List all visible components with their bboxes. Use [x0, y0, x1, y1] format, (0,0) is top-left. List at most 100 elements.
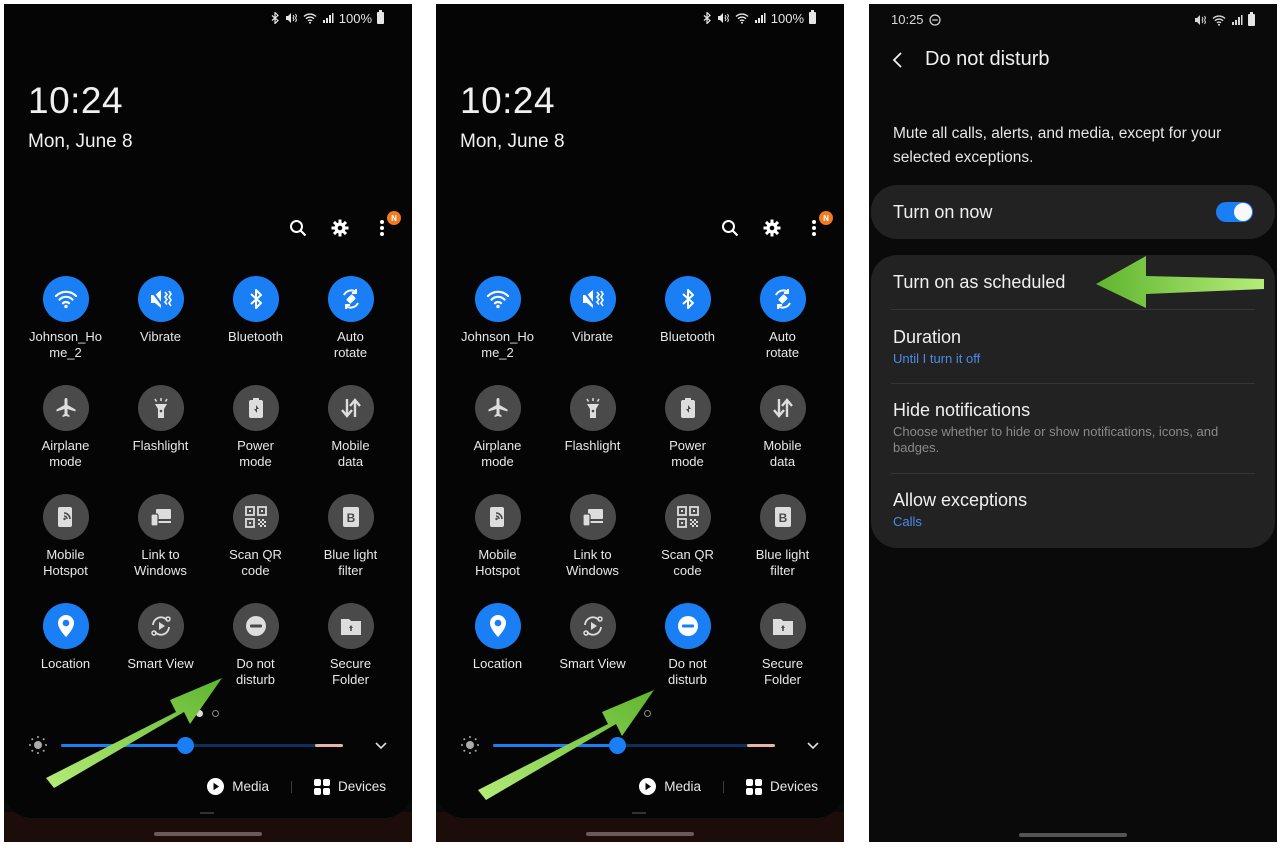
tile-flashlight[interactable]: Flashlight	[113, 385, 208, 470]
tile-flashlight[interactable]: Flashlight	[545, 385, 640, 470]
tile-toggle[interactable]	[327, 385, 374, 431]
home-gesture-bar[interactable]	[1019, 833, 1127, 837]
tile-toggle[interactable]	[327, 603, 374, 649]
chevron-down-icon[interactable]	[806, 738, 820, 752]
home-gesture-bar[interactable]	[154, 832, 262, 836]
tile-toggle[interactable]	[42, 276, 89, 322]
tile-wifi[interactable]: Johnson_Ho me_2	[450, 276, 545, 361]
back-button[interactable]	[891, 50, 907, 70]
tile-toggle[interactable]	[42, 603, 89, 649]
devices-button[interactable]: Devices	[745, 778, 818, 795]
tile-blue-light[interactable]: B Blue light filter	[735, 494, 830, 579]
tile-toggle[interactable]	[664, 494, 711, 540]
tile-hotspot[interactable]: Mobile Hotspot	[18, 494, 113, 579]
tile-toggle[interactable]	[232, 603, 279, 649]
allow-exceptions-item[interactable]: Allow exceptions Calls	[891, 474, 1255, 546]
tile-auto-rotate[interactable]: Auto rotate	[735, 276, 830, 361]
panel-handle[interactable]	[200, 812, 214, 814]
duration-item[interactable]: Duration Until I turn it off	[891, 310, 1255, 384]
panel-handle[interactable]	[632, 812, 646, 814]
tile-location[interactable]: Location	[450, 603, 545, 688]
tile-toggle[interactable]	[137, 603, 184, 649]
home-gesture-bar[interactable]	[586, 832, 694, 836]
search-button[interactable]	[288, 217, 308, 239]
search-button[interactable]	[720, 217, 740, 239]
tile-toggle[interactable]	[474, 603, 521, 649]
tile-toggle[interactable]	[664, 603, 711, 649]
tile-blue-light[interactable]: B Blue light filter	[303, 494, 398, 579]
clock[interactable]: 10:24	[28, 80, 123, 122]
tile-toggle[interactable]	[759, 276, 806, 322]
tile-airplane[interactable]: Airplane mode	[18, 385, 113, 470]
tile-toggle[interactable]: B	[327, 494, 374, 540]
page-dot[interactable]	[644, 710, 651, 717]
tile-vibrate[interactable]: Vibrate	[545, 276, 640, 361]
turn-on-now-toggle[interactable]	[1216, 202, 1253, 222]
devices-button[interactable]: Devices	[313, 778, 386, 795]
tile-toggle[interactable]	[327, 276, 374, 322]
tile-toggle[interactable]	[569, 385, 616, 431]
tile-qr-code[interactable]: Scan QR code	[640, 494, 735, 579]
tile-secure-folder[interactable]: Secure Folder	[303, 603, 398, 688]
tile-secure-folder[interactable]: Secure Folder	[735, 603, 830, 688]
page-dot[interactable]	[212, 710, 219, 717]
tile-toggle[interactable]	[569, 494, 616, 540]
page-dot[interactable]	[628, 710, 635, 717]
slider-thumb[interactable]	[609, 737, 627, 754]
more-options-button[interactable]: N	[804, 211, 833, 239]
brightness-slider[interactable]	[61, 737, 343, 754]
tile-power-mode[interactable]: Power mode	[640, 385, 735, 470]
date[interactable]: Mon, June 8	[28, 131, 133, 153]
tile-toggle[interactable]	[232, 494, 279, 540]
tile-toggle[interactable]	[569, 603, 616, 649]
tile-toggle[interactable]	[137, 276, 184, 322]
tile-toggle[interactable]	[474, 385, 521, 431]
tile-toggle[interactable]	[474, 276, 521, 322]
tile-toggle[interactable]	[232, 276, 279, 322]
brightness-slider[interactable]	[493, 737, 775, 754]
tile-do-not-disturb[interactable]: Do not disturb	[208, 603, 303, 688]
tile-toggle[interactable]	[759, 603, 806, 649]
clock[interactable]: 10:24	[460, 80, 555, 122]
tile-toggle[interactable]	[42, 385, 89, 431]
tile-power-mode[interactable]: Power mode	[208, 385, 303, 470]
tile-toggle[interactable]	[137, 385, 184, 431]
tile-do-not-disturb[interactable]: Do not disturb	[640, 603, 735, 688]
tile-toggle[interactable]	[569, 276, 616, 322]
tile-mobile-data[interactable]: Mobile data	[303, 385, 398, 470]
tile-auto-rotate[interactable]: Auto rotate	[303, 276, 398, 361]
tile-smart-view[interactable]: Smart View	[545, 603, 640, 688]
tile-qr-code[interactable]: Scan QR code	[208, 494, 303, 579]
tile-link-windows[interactable]: Link to Windows	[113, 494, 208, 579]
tile-hotspot[interactable]: Mobile Hotspot	[450, 494, 545, 579]
tile-link-windows[interactable]: Link to Windows	[545, 494, 640, 579]
more-options-button[interactable]: N	[372, 211, 401, 239]
tile-bluetooth[interactable]: Bluetooth	[208, 276, 303, 361]
tile-mobile-data[interactable]: Mobile data	[735, 385, 830, 470]
settings-button[interactable]	[762, 217, 782, 239]
tile-wifi[interactable]: Johnson_Ho me_2	[18, 276, 113, 361]
tile-bluetooth[interactable]: Bluetooth	[640, 276, 735, 361]
tile-smart-view[interactable]: Smart View	[113, 603, 208, 688]
tile-airplane[interactable]: Airplane mode	[450, 385, 545, 470]
media-button[interactable]: Media	[639, 778, 701, 795]
settings-button[interactable]	[330, 217, 350, 239]
slider-thumb[interactable]	[177, 737, 195, 754]
tile-toggle[interactable]	[664, 385, 711, 431]
tile-vibrate[interactable]: Vibrate	[113, 276, 208, 361]
date[interactable]: Mon, June 8	[460, 131, 565, 153]
tile-toggle[interactable]	[664, 276, 711, 322]
media-button[interactable]: Media	[207, 778, 269, 795]
tile-toggle[interactable]	[137, 494, 184, 540]
tile-toggle[interactable]	[42, 494, 89, 540]
page-dot[interactable]	[196, 710, 203, 717]
tile-toggle[interactable]	[759, 385, 806, 431]
chevron-down-icon[interactable]	[374, 738, 388, 752]
tile-toggle[interactable]	[474, 494, 521, 540]
tile-toggle[interactable]: B	[759, 494, 806, 540]
tile-location[interactable]: Location	[18, 603, 113, 688]
hide-notifications-item[interactable]: Hide notifications Choose whether to hid…	[891, 384, 1255, 474]
turn-on-as-scheduled-item[interactable]: Turn on as scheduled	[891, 255, 1255, 310]
turn-on-now-row[interactable]: Turn on now	[871, 185, 1275, 239]
tile-toggle[interactable]	[232, 385, 279, 431]
